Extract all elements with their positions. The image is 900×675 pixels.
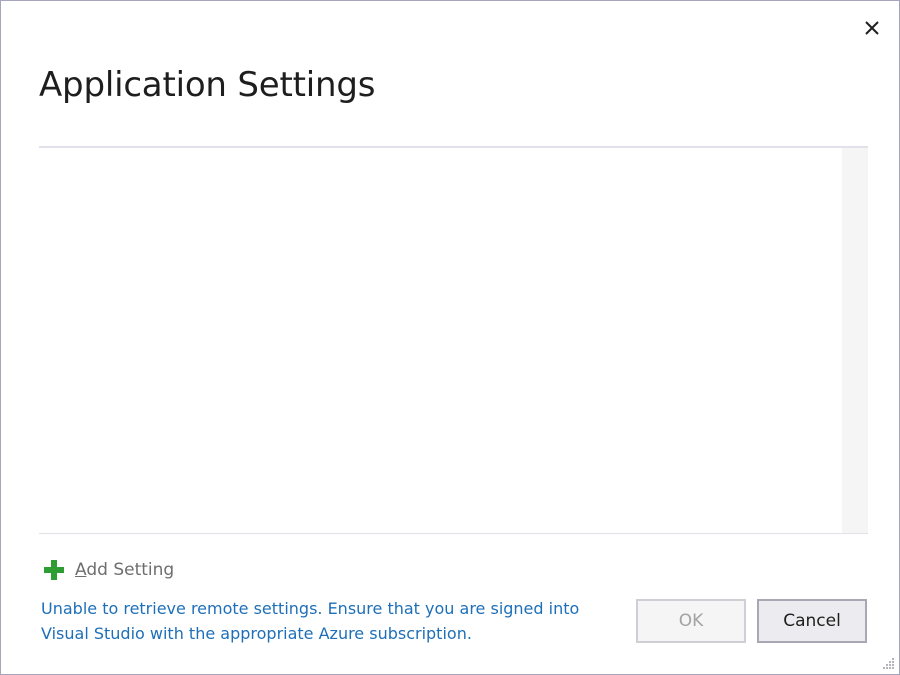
status-message: Unable to retrieve remote settings. Ensu… [41,599,580,643]
resize-grip-icon[interactable] [881,656,895,670]
settings-list [39,146,868,534]
plus-icon [44,560,64,580]
add-setting-label-rest: dd Setting [86,560,175,580]
close-icon [865,21,879,35]
close-button[interactable] [859,15,885,41]
ok-button[interactable]: OK [636,599,746,643]
add-setting-mnemonic: A [75,560,87,580]
add-setting-label: Add Setting [75,560,174,580]
dialog-title: Application Settings [39,65,376,105]
application-settings-dialog: Application Settings Add Setting Unable … [0,0,900,675]
cancel-button[interactable]: Cancel [757,599,867,643]
add-setting-button[interactable]: Add Setting [43,559,174,581]
settings-list-scrollbar[interactable] [842,148,868,533]
